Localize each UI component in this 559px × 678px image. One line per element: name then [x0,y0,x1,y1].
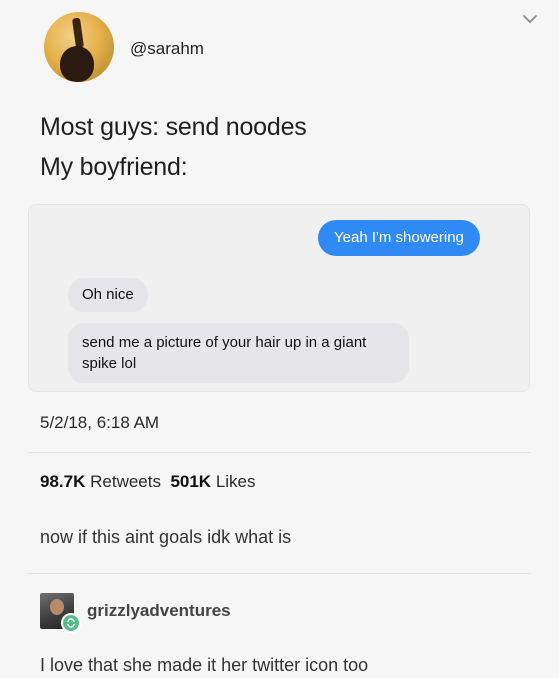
tweet-text-line1: Most guys: send noodes [40,113,307,141]
divider [28,573,531,574]
chevron-down-icon[interactable] [521,10,539,28]
profile-avatar[interactable] [44,12,114,82]
avatar-head [60,46,94,82]
avatar-face [50,599,64,615]
user-handle[interactable]: @sarahm [130,39,204,59]
reblog-comment: now if this aint goals idk what is [40,527,292,547]
divider [28,452,531,453]
retweets-count[interactable]: 98.7K [40,472,85,491]
retweets-label[interactable]: Retweets [90,472,161,491]
received-message-bubble: send me a picture of your hair up in a g… [68,323,409,383]
likes-count[interactable]: 501K [170,472,211,491]
likes-label[interactable]: Likes [216,472,256,491]
reblog-comment: I love that she made it her twitter icon… [40,655,369,675]
hair-spike [71,17,85,49]
sent-message-bubble: Yeah I'm showering [318,220,480,256]
reblog-icon [61,613,81,633]
reblogger-username[interactable]: grizzlyadventures [87,601,231,621]
tweet-text-line2: My boyfriend: [40,153,188,181]
tweet-stats: 98.7K Retweets 501K Likes [40,472,256,492]
received-message-bubble: Oh nice [68,278,148,312]
tweet-timestamp: 5/2/18, 6:18 AM [40,413,160,432]
